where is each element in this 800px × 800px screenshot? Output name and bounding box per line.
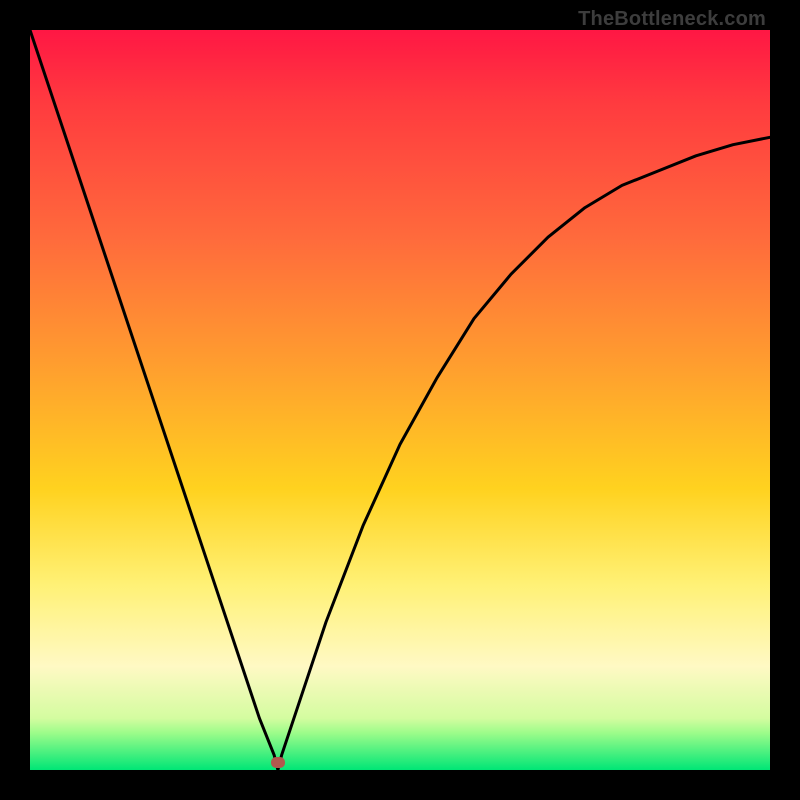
bottleneck-curve	[30, 30, 770, 770]
curve-path	[30, 30, 770, 770]
plot-area	[30, 30, 770, 770]
min-marker	[271, 757, 285, 768]
stage: TheBottleneck.com	[0, 0, 800, 800]
attribution-label: TheBottleneck.com	[578, 8, 766, 31]
